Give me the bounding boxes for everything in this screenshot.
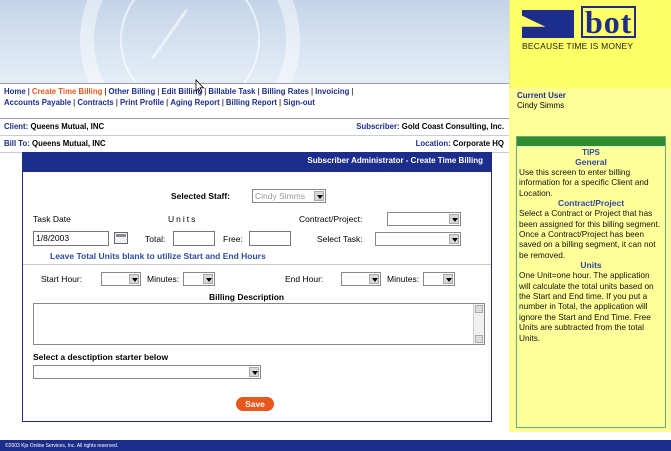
- units-label: Units: [168, 214, 198, 224]
- footer: ©2003 Kjo Online Services, Inc. All righ…: [0, 440, 671, 451]
- billto-value: Queens Mutual, INC: [32, 139, 106, 148]
- start-hour-select[interactable]: [101, 272, 141, 286]
- start-hour-label: Start Hour:: [41, 274, 83, 284]
- total-units-label: Total:: [145, 234, 166, 244]
- tip-heading-general: General: [575, 157, 607, 167]
- textarea-scrollbar[interactable]: [473, 304, 484, 344]
- nav-item-billing-report[interactable]: Billing Report: [226, 98, 277, 107]
- calendar-icon[interactable]: [114, 232, 128, 244]
- selected-staff-label: Selected Staff:: [171, 191, 231, 201]
- billto-label: Bill To:: [4, 139, 30, 148]
- selected-staff-value: Cindy Simms: [255, 191, 306, 201]
- nav-item-billing-rates[interactable]: Billing Rates: [262, 87, 309, 96]
- description-starter-label: Select a desctiption starter below: [33, 352, 169, 362]
- task-date-label: Task Date: [33, 214, 71, 224]
- nav-item-sign-out[interactable]: Sign-out: [283, 98, 315, 107]
- hint-text: Leave Total Units blank to utilize Start…: [50, 251, 266, 261]
- watch-face-graphic: [120, 0, 260, 88]
- select-task-label: Select Task:: [317, 234, 363, 244]
- logo-mark-icon: [522, 10, 574, 38]
- nav-item-contracts[interactable]: Contracts: [77, 98, 113, 107]
- end-hour-label: End Hour:: [285, 274, 324, 284]
- main-nav: Home | Create Time Billing | Other Billing | E…: [0, 83, 509, 119]
- end-hour-select[interactable]: [341, 272, 381, 286]
- nav-item-billable-task[interactable]: Billable Task: [208, 87, 255, 96]
- task-date-input[interactable]: 1/8/2003: [33, 231, 109, 246]
- end-minutes-label: Minutes:: [387, 274, 420, 284]
- tips-header-bar: [517, 137, 665, 147]
- scroll-down-icon[interactable]: [475, 335, 483, 343]
- client-row: Client: Queens Mutual, INC Subscriber: G…: [0, 119, 509, 136]
- location-field: Location: Corporate HQ: [416, 139, 504, 148]
- free-units-input[interactable]: [249, 231, 291, 246]
- chevron-down-icon: [369, 274, 379, 284]
- tip-heading-units: Units: [580, 260, 602, 271]
- nav-item-home[interactable]: Home: [4, 87, 26, 96]
- nav-item-other-billing[interactable]: Other Billing: [109, 87, 156, 96]
- logo-text: bot: [580, 5, 637, 39]
- start-minutes-select[interactable]: [183, 272, 215, 286]
- sidebar: Current User Cindy Simms TIPS General Us…: [509, 88, 671, 432]
- client-value: Queens Mutual, INC: [30, 122, 105, 131]
- selected-staff-select[interactable]: Cindy Simms: [252, 189, 326, 203]
- chevron-down-icon: [449, 214, 459, 224]
- contract-project-select[interactable]: [387, 212, 461, 226]
- contract-project-label: Contract/Project:: [299, 214, 363, 224]
- subscriber-label: Subscriber:: [356, 122, 400, 131]
- tip-body-units: One Unit=one hour. The application will …: [519, 270, 654, 343]
- select-task-select[interactable]: [375, 232, 461, 246]
- tip-heading-contract: Contract/Project: [557, 198, 625, 209]
- chevron-down-icon: [129, 274, 139, 284]
- current-user-name: Cindy Simms: [517, 101, 565, 110]
- save-button[interactable]: Save: [236, 397, 274, 411]
- client-label: Client:: [4, 122, 29, 131]
- mouse-cursor-icon: [195, 79, 205, 93]
- nav-item-invoicing[interactable]: Invoicing: [315, 87, 349, 96]
- subscriber-field: Subscriber: Gold Coast Consulting, Inc.: [356, 122, 504, 131]
- logo-panel: bot BECAUSE TIME IS MONEY: [509, 0, 671, 88]
- divider: [23, 264, 491, 265]
- location-label: Location:: [415, 139, 451, 148]
- billto-row: Bill To: Queens Mutual, INC Location: Co…: [0, 136, 509, 153]
- chevron-down-icon: [314, 191, 324, 201]
- create-time-billing-form: Subscriber Administrator - Create Time B…: [22, 152, 492, 422]
- start-minutes-label: Minutes:: [147, 274, 180, 284]
- location-value: Corporate HQ: [452, 139, 504, 148]
- form-title: Subscriber Administrator - Create Time B…: [23, 153, 491, 172]
- description-starter-select[interactable]: [33, 365, 261, 379]
- total-units-input[interactable]: [173, 231, 215, 246]
- billing-description-textarea[interactable]: [33, 303, 485, 345]
- tips-panel: TIPS General Use this screen to enter bi…: [516, 136, 666, 428]
- chevron-down-icon: [203, 274, 213, 284]
- chevron-down-icon: [249, 367, 259, 377]
- tip-body-contract: Select a Contract or Project that has be…: [519, 208, 661, 260]
- billing-description-label: Billing Description: [209, 292, 285, 302]
- chevron-down-icon: [449, 234, 459, 244]
- current-user-label: Current User: [517, 91, 566, 100]
- scroll-up-icon[interactable]: [475, 305, 483, 313]
- logo-tagline: BECAUSE TIME IS MONEY: [522, 41, 634, 51]
- header-banner: [0, 0, 509, 88]
- nav-item-print-profile[interactable]: Print Profile: [120, 98, 164, 107]
- end-minutes-select[interactable]: [423, 272, 455, 286]
- tip-body-general: Use this screen to enter billing informa…: [519, 167, 649, 198]
- chevron-down-icon: [443, 274, 453, 284]
- nav-item-create-time-billing[interactable]: Create Time Billing: [32, 87, 102, 96]
- nav-item-accounts-payable[interactable]: Accounts Payable: [4, 98, 71, 107]
- nav-item-aging-report[interactable]: Aging Report: [170, 98, 219, 107]
- subscriber-value: Gold Coast Consulting, Inc.: [401, 122, 504, 131]
- tips-title: TIPS: [582, 148, 600, 157]
- free-units-label: Free:: [223, 234, 243, 244]
